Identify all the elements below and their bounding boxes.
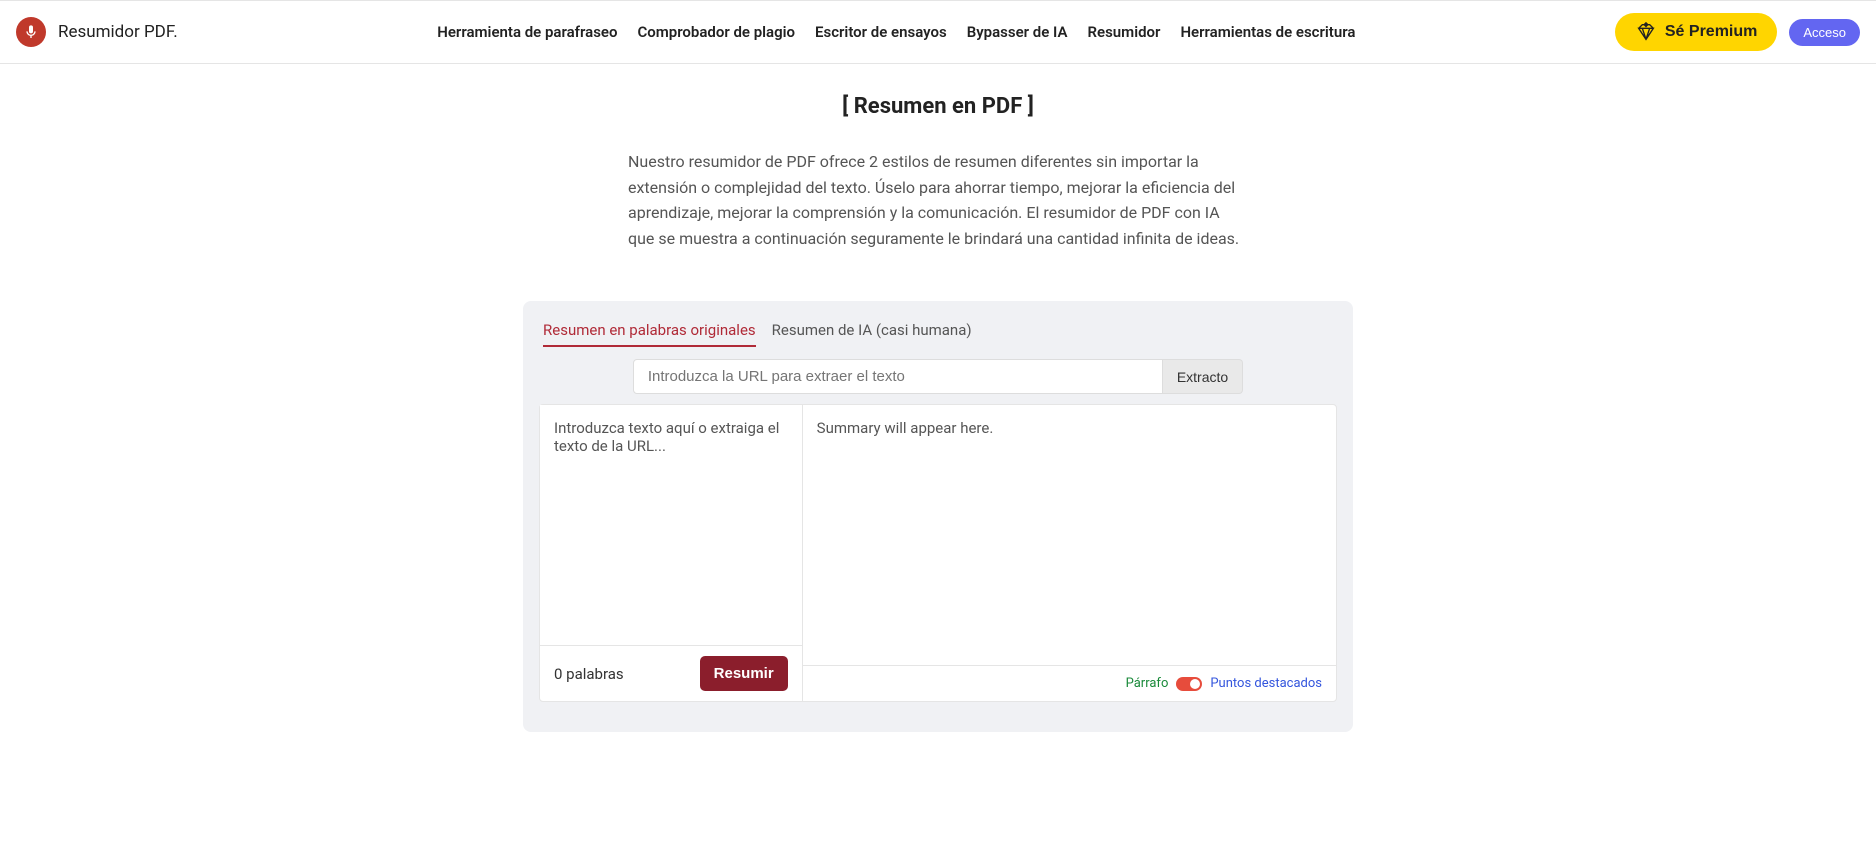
header: Resumidor PDF. Herramienta de parafraseo… (0, 0, 1876, 64)
premium-label: Sé Premium (1665, 23, 1757, 41)
nav-paraphrase[interactable]: Herramienta de parafraseo (437, 23, 617, 41)
extract-button[interactable]: Extracto (1163, 359, 1243, 394)
nav-summarizer[interactable]: Resumidor (1087, 23, 1160, 41)
tab-original[interactable]: Resumen en palabras originales (543, 321, 756, 347)
input-textarea[interactable] (540, 405, 802, 645)
output-footer: Párrafo Puntos destacados (803, 665, 1336, 701)
logo-icon[interactable] (16, 17, 46, 47)
brand-name[interactable]: Resumidor PDF. (58, 22, 178, 42)
url-row: Extracto (539, 359, 1337, 394)
view-toggle[interactable] (1176, 677, 1202, 691)
main-content: [ Resumen en PDF ] Nuestro resumidor de … (338, 64, 1538, 762)
tab-ai[interactable]: Resumen de IA (casi humana) (772, 321, 972, 347)
access-button[interactable]: Acceso (1789, 19, 1860, 46)
header-left: Resumidor PDF. (16, 17, 178, 47)
main-nav: Herramienta de parafraseo Comprobador de… (437, 23, 1355, 41)
panels: 0 palabras Resumir Summary will appear h… (539, 404, 1337, 702)
nav-plagiarism[interactable]: Comprobador de plagio (637, 23, 795, 41)
label-paragraph: Párrafo (1126, 676, 1169, 691)
tool-container: Resumen en palabras originales Resumen d… (523, 301, 1353, 732)
header-right: Sé Premium Acceso (1615, 13, 1860, 51)
input-panel: 0 palabras Resumir (540, 405, 803, 701)
word-count: 0 palabras (554, 665, 624, 683)
tabs: Resumen en palabras originales Resumen d… (539, 321, 1337, 347)
output-panel: Summary will appear here. Párrafo Puntos… (803, 405, 1336, 701)
input-footer: 0 palabras Resumir (540, 645, 802, 701)
page-description: Nuestro resumidor de PDF ofrece 2 estilo… (628, 149, 1248, 251)
summarize-button[interactable]: Resumir (700, 656, 788, 691)
nav-bypasser[interactable]: Bypasser de IA (967, 23, 1068, 41)
nav-essay[interactable]: Escritor de ensayos (815, 23, 947, 41)
output-area: Summary will appear here. (803, 405, 1336, 665)
nav-writing-tools[interactable]: Herramientas de escritura (1180, 23, 1355, 41)
url-input[interactable] (633, 359, 1163, 394)
label-bullets: Puntos destacados (1210, 676, 1322, 691)
premium-button[interactable]: Sé Premium (1615, 13, 1777, 51)
diamond-icon (1635, 21, 1657, 43)
page-title: [ Resumen en PDF ] (358, 94, 1518, 119)
